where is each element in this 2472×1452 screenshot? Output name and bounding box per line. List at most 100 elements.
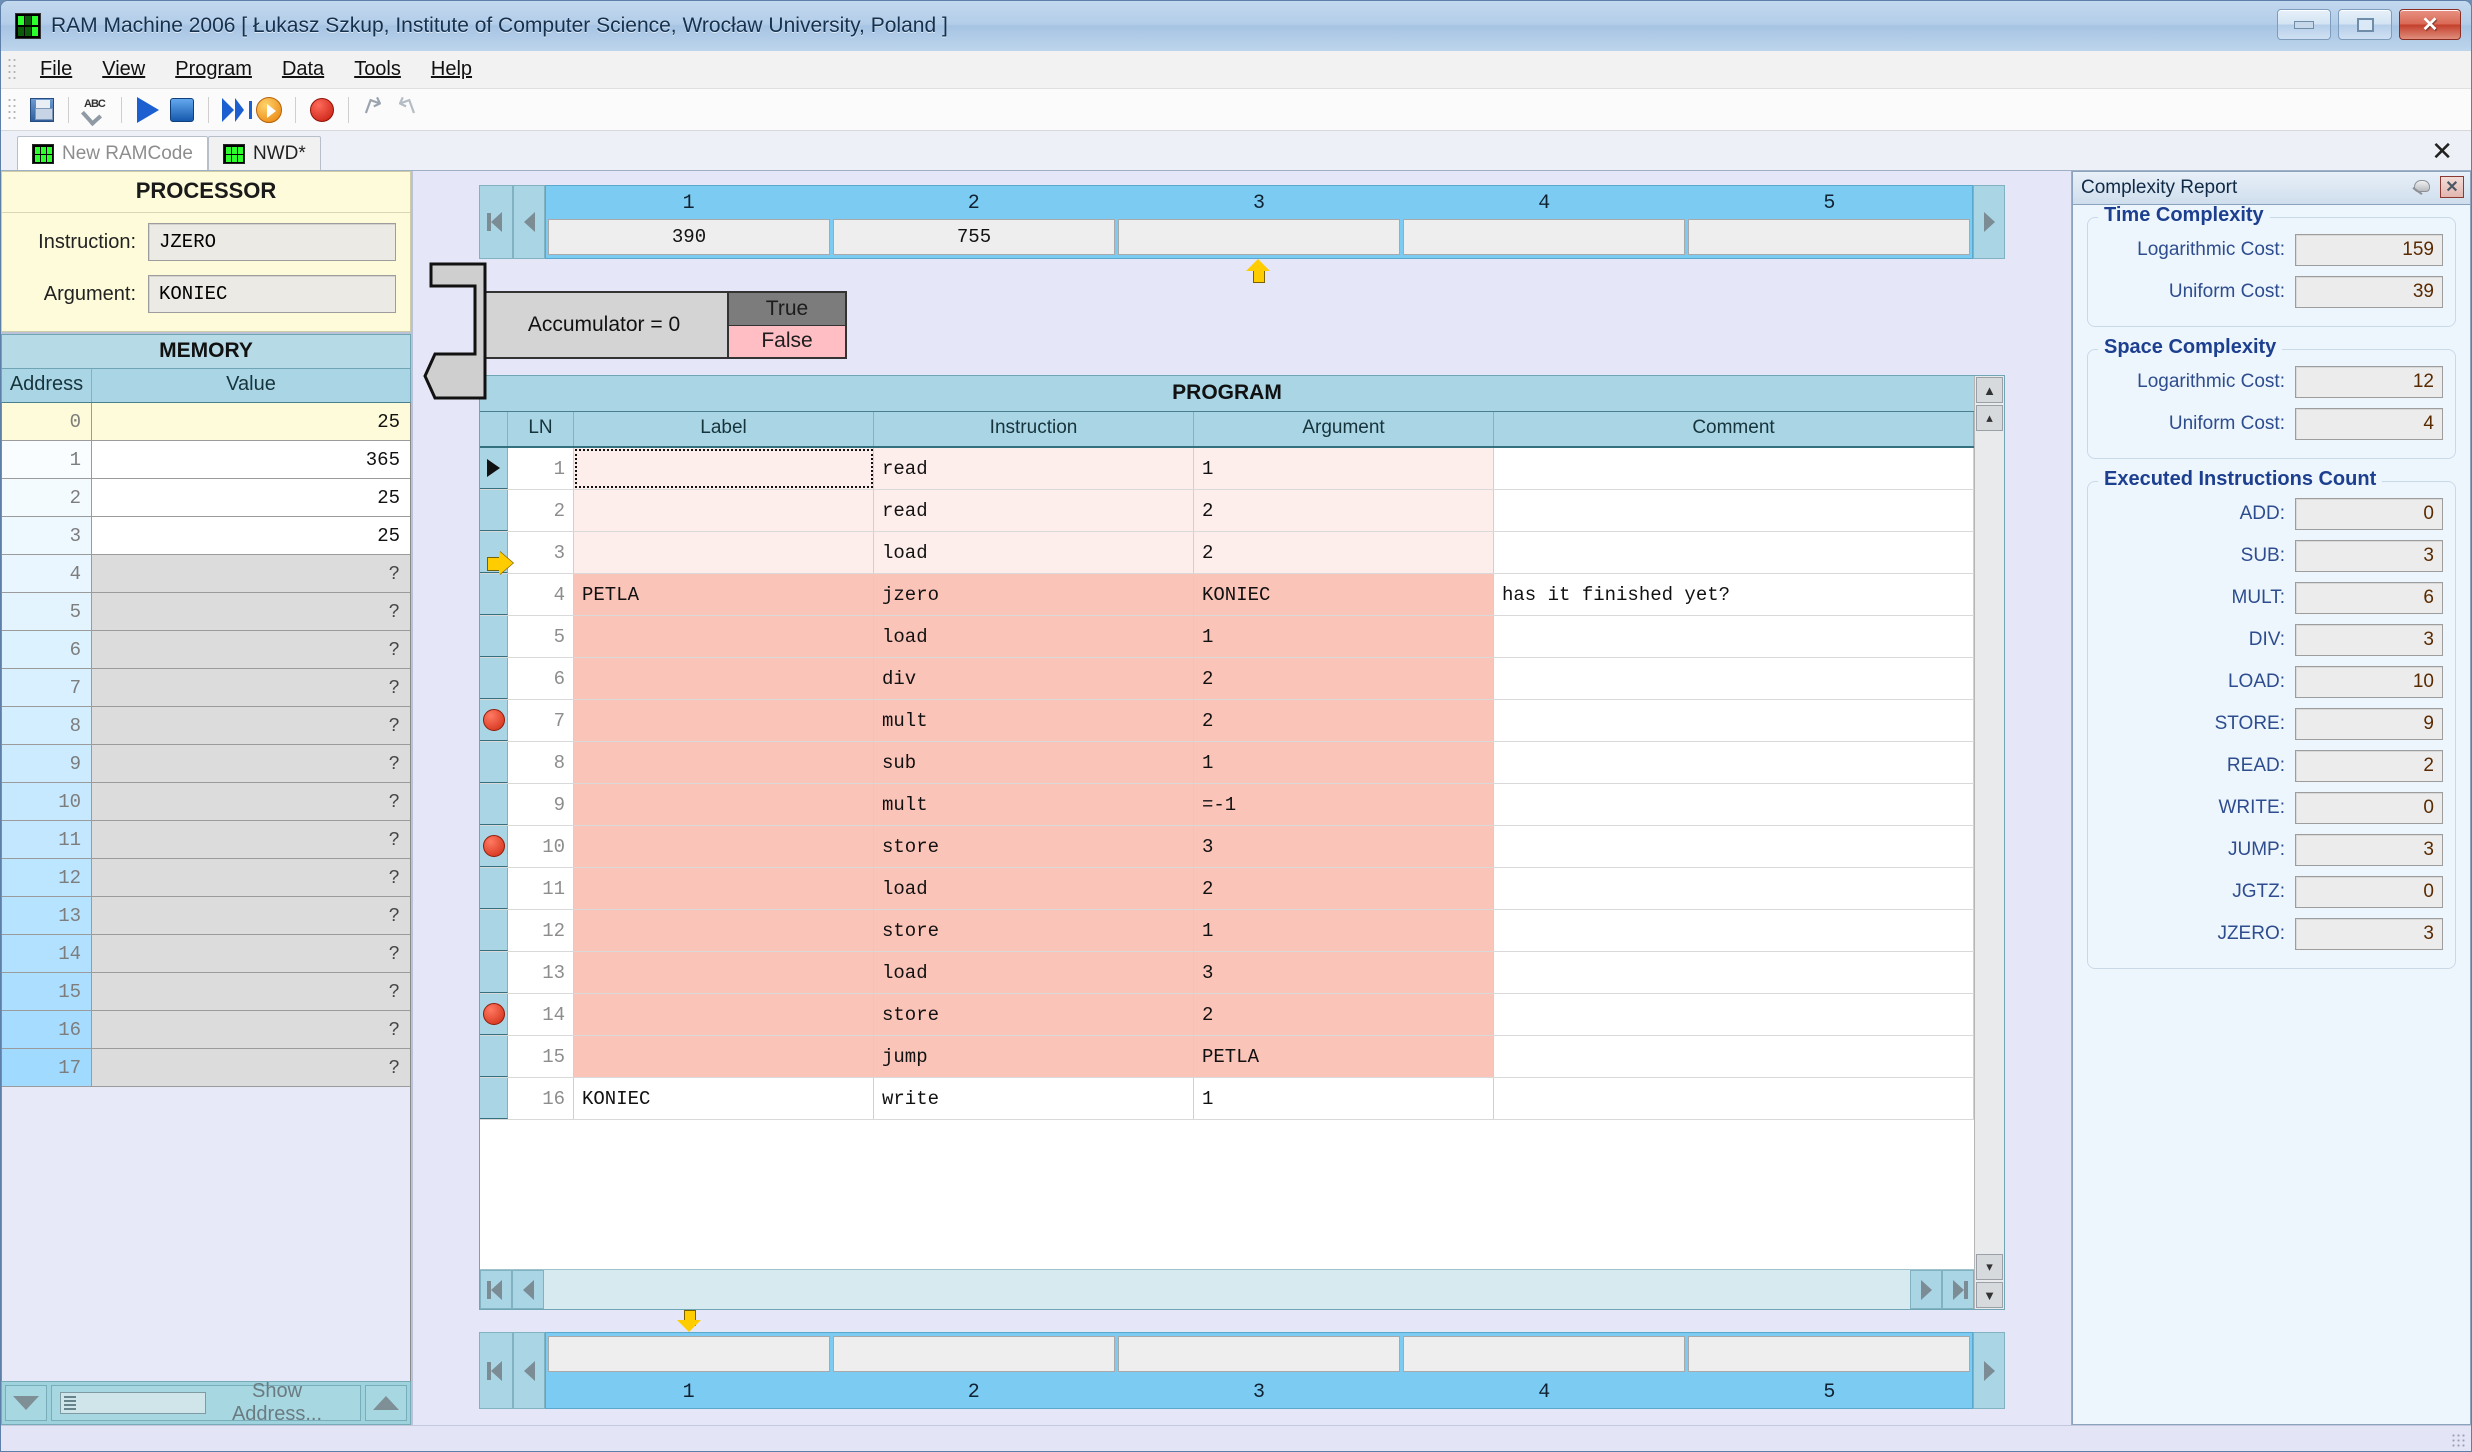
program-cell-label[interactable] <box>574 700 874 741</box>
program-cell-instruction[interactable]: jzero <box>874 574 1194 615</box>
program-rows[interactable]: 1 read 1 2 read 2 3 load 2 4 PETLA jzero KONIEC has i… <box>480 448 1974 1269</box>
program-row[interactable]: 13 load 3 <box>480 952 1974 994</box>
output-tape-prev-button[interactable] <box>513 1332 545 1409</box>
memory-row[interactable]: 16? <box>2 1011 410 1049</box>
memory-row[interactable]: 11? <box>2 821 410 859</box>
program-cell-comment[interactable] <box>1494 1036 1974 1077</box>
abort-button[interactable] <box>305 94 339 126</box>
breakpoint-icon[interactable] <box>482 709 505 731</box>
program-row-marker[interactable] <box>480 784 508 825</box>
input-tape-cell[interactable] <box>1403 219 1685 255</box>
program-row-marker[interactable] <box>480 448 508 489</box>
program-cell-label[interactable]: KONIEC <box>574 1078 874 1119</box>
program-row[interactable]: 11 load 2 <box>480 868 1974 910</box>
memory-row[interactable]: 3 25 <box>2 517 410 555</box>
program-row-marker[interactable] <box>480 826 508 867</box>
toolbar-gripper[interactable] <box>7 96 17 123</box>
program-cell-argument[interactable]: 1 <box>1194 448 1494 489</box>
program-cell-instruction[interactable]: read <box>874 448 1194 489</box>
program-cell-label[interactable] <box>574 952 874 993</box>
memory-value-cell[interactable]: ? <box>92 1049 410 1086</box>
output-tape-first-button[interactable] <box>479 1332 513 1409</box>
program-cell-comment[interactable] <box>1494 532 1974 573</box>
program-hscroll-next-button[interactable] <box>1910 1270 1942 1309</box>
memory-row[interactable]: 15? <box>2 973 410 1011</box>
program-row[interactable]: 5 load 1 <box>480 616 1974 658</box>
program-cell-argument[interactable]: PETLA <box>1194 1036 1494 1077</box>
breakpoint-icon[interactable] <box>482 1003 505 1025</box>
input-tape-cell[interactable] <box>1688 219 1970 255</box>
program-cell-comment[interactable] <box>1494 994 1974 1035</box>
memory-value-cell[interactable]: ? <box>92 783 410 820</box>
program-cell-comment[interactable] <box>1494 952 1974 993</box>
program-row[interactable]: 1 read 1 <box>480 448 1974 490</box>
program-cell-comment[interactable] <box>1494 1078 1974 1119</box>
program-cell-argument[interactable]: 2 <box>1194 994 1494 1035</box>
program-cell-comment[interactable] <box>1494 616 1974 657</box>
program-cell-argument[interactable]: =-1 <box>1194 784 1494 825</box>
memory-row[interactable]: 6? <box>2 631 410 669</box>
memory-row[interactable]: 5? <box>2 593 410 631</box>
program-cell-ln[interactable]: 10 <box>508 826 574 867</box>
memory-row[interactable]: 14? <box>2 935 410 973</box>
memory-row[interactable]: 12? <box>2 859 410 897</box>
redo-button[interactable] <box>392 94 426 126</box>
tab-new-ramcode[interactable]: New RAMCode <box>17 136 208 170</box>
program-cell-comment[interactable] <box>1494 784 1974 825</box>
program-row[interactable]: 7 mult 2 <box>480 700 1974 742</box>
menu-item-tools[interactable]: Tools <box>339 55 416 84</box>
program-cell-label[interactable]: PETLA <box>574 574 874 615</box>
program-row-marker[interactable] <box>480 1078 508 1119</box>
program-row[interactable]: 16 KONIEC write 1 <box>480 1078 1974 1120</box>
program-cell-instruction[interactable]: div <box>874 658 1194 699</box>
breakpoint-icon[interactable] <box>482 835 505 857</box>
memory-row[interactable]: 17? <box>2 1049 410 1087</box>
program-cell-argument[interactable]: 3 <box>1194 826 1494 867</box>
program-cell-ln[interactable]: 3 <box>508 532 574 573</box>
program-cell-argument[interactable]: 1 <box>1194 616 1494 657</box>
program-row-marker[interactable] <box>480 868 508 909</box>
output-tape-cell[interactable] <box>1403 1336 1685 1372</box>
memory-value-cell[interactable]: ? <box>92 897 410 934</box>
input-tape-cells[interactable]: 390 755 <box>546 219 1972 258</box>
memory-value-cell[interactable]: 25 <box>92 479 410 516</box>
program-cell-argument[interactable]: 1 <box>1194 910 1494 951</box>
maximize-button[interactable] <box>2338 9 2392 40</box>
program-cell-label[interactable] <box>574 1036 874 1077</box>
output-tape-cell[interactable] <box>1688 1336 1970 1372</box>
input-tape-next-button[interactable] <box>1973 185 2005 259</box>
menu-gripper[interactable] <box>7 56 17 83</box>
program-row-marker[interactable] <box>480 1036 508 1077</box>
memory-value-cell[interactable]: ? <box>92 973 410 1010</box>
input-tape-first-button[interactable] <box>479 185 513 259</box>
program-cell-argument[interactable]: 2 <box>1194 868 1494 909</box>
save-button[interactable] <box>25 94 59 126</box>
program-cell-ln[interactable]: 4 <box>508 574 574 615</box>
spellcheck-button[interactable]: ABC <box>78 94 112 126</box>
tab-close-icon[interactable]: ✕ <box>2431 138 2453 164</box>
program-cell-argument[interactable]: 2 <box>1194 490 1494 531</box>
memory-value-cell[interactable]: 365 <box>92 441 410 478</box>
program-cell-instruction[interactable]: store <box>874 994 1194 1035</box>
memory-value-cell[interactable]: ? <box>92 821 410 858</box>
program-row[interactable]: 14 store 2 <box>480 994 1974 1036</box>
memory-row[interactable]: 4? <box>2 555 410 593</box>
tab-nwd[interactable]: NWD* <box>207 136 321 170</box>
program-cell-instruction[interactable]: write <box>874 1078 1194 1119</box>
program-row-marker[interactable] <box>480 952 508 993</box>
program-cell-instruction[interactable]: load <box>874 868 1194 909</box>
memory-scroll-down-button[interactable] <box>5 1385 47 1421</box>
program-row[interactable]: 2 read 2 <box>480 490 1974 532</box>
program-cell-comment[interactable] <box>1494 742 1974 783</box>
program-cell-instruction[interactable]: load <box>874 616 1194 657</box>
program-row-marker[interactable] <box>480 994 508 1035</box>
output-tape-cell[interactable] <box>1118 1336 1400 1372</box>
program-cell-ln[interactable]: 15 <box>508 1036 574 1077</box>
program-cell-comment[interactable] <box>1494 700 1974 741</box>
program-row-marker[interactable] <box>480 700 508 741</box>
program-cell-label[interactable] <box>574 826 874 867</box>
program-cell-comment[interactable] <box>1494 490 1974 531</box>
program-cell-instruction[interactable]: load <box>874 952 1194 993</box>
program-hscrollbar[interactable] <box>480 1269 1974 1309</box>
program-cell-comment[interactable] <box>1494 868 1974 909</box>
